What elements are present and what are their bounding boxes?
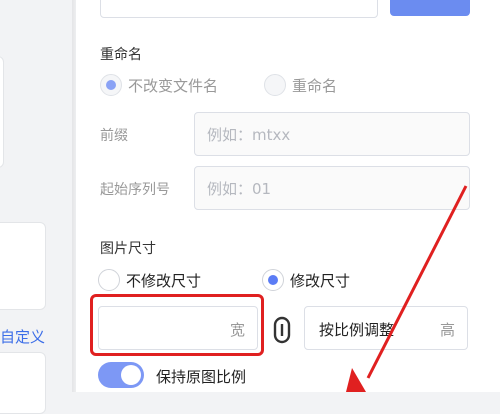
custom-link[interactable]: 自定义: [0, 326, 45, 347]
left-card-bottom[interactable]: [0, 352, 46, 414]
left-card-middle[interactable]: [0, 222, 46, 310]
height-suffix: 高: [439, 321, 455, 339]
prefix-placeholder: 例如：mtxx: [207, 125, 291, 144]
left-card-top: [0, 56, 4, 168]
keep-ratio-label: 保持原图比例: [156, 368, 247, 386]
radio-label: 修改尺寸: [290, 271, 351, 290]
toggle-knob: [121, 365, 141, 385]
radio-rename[interactable]: 重命名: [264, 74, 337, 96]
radio-label: 重命名: [292, 76, 338, 95]
top-input[interactable]: [100, 0, 378, 18]
radio-circle-checked: [262, 269, 284, 291]
start-seq-input[interactable]: 例如：01: [194, 166, 470, 210]
start-seq-placeholder: 例如：01: [207, 179, 272, 198]
start-seq-label: 起始序列号: [100, 182, 170, 198]
radio-no-resize[interactable]: 不修改尺寸: [98, 269, 201, 291]
size-title: 图片尺寸: [100, 241, 156, 257]
radio-circle: [264, 74, 286, 96]
height-input[interactable]: 按比例调整 高: [304, 306, 468, 350]
radio-circle: [98, 269, 120, 291]
link-icon[interactable]: [272, 316, 292, 344]
left-pane: 自定义: [0, 0, 72, 414]
highlight-box: [90, 294, 264, 356]
ratio-value: 按比例调整: [319, 321, 395, 339]
radio-resize[interactable]: 修改尺寸: [262, 269, 350, 291]
rename-title: 重命名: [100, 47, 142, 63]
keep-ratio-toggle[interactable]: [98, 362, 144, 388]
top-button[interactable]: [390, 0, 470, 16]
prefix-input[interactable]: 例如：mtxx: [194, 112, 470, 156]
radio-label: 不修改尺寸: [126, 271, 202, 290]
radio-keep-filename[interactable]: 不改变文件名: [100, 74, 218, 96]
radio-label: 不改变文件名: [128, 76, 219, 95]
radio-circle-checked: [100, 74, 122, 96]
prefix-label: 前缀: [100, 128, 128, 144]
